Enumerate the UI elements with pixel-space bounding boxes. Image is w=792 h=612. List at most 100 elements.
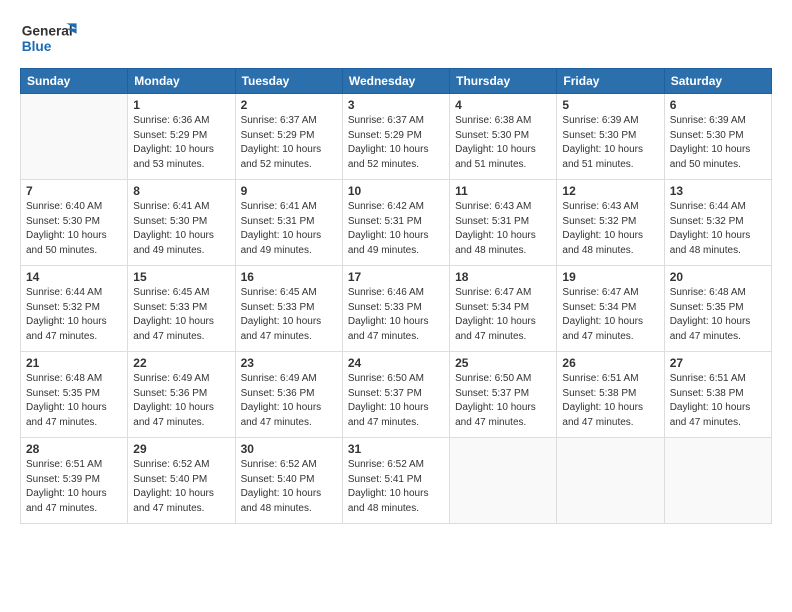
day-number: 30 [241,442,337,456]
calendar-cell: 22 Sunrise: 6:49 AMSunset: 5:36 PMDayligh… [128,352,235,438]
day-number: 21 [26,356,122,370]
day-info: Sunrise: 6:52 AMSunset: 5:41 PMDaylight:… [348,458,444,516]
day-number: 14 [26,270,122,284]
day-info: Sunrise: 6:49 AMSunset: 5:36 PMDaylight:… [133,372,229,430]
weekday-header-friday: Friday [557,69,664,94]
day-number: 27 [670,356,766,370]
calendar-cell: 27 Sunrise: 6:51 AMSunset: 5:38 PMDayligh… [664,352,771,438]
day-info: Sunrise: 6:44 AMSunset: 5:32 PMDaylight:… [26,286,122,344]
calendar-header: SundayMondayTuesdayWednesdayThursdayFrid… [21,69,772,94]
calendar-cell: 29 Sunrise: 6:52 AMSunset: 5:40 PMDayligh… [128,438,235,524]
calendar-cell: 13Sunrise: 6:44 AMSunset: 5:32 PMDayligh… [664,180,771,266]
day-info: Sunrise: 6:36 AMSunset: 5:29 PMDaylight:… [133,114,229,172]
calendar-cell: 3 Sunrise: 6:37 AMSunset: 5:29 PMDaylight… [342,94,449,180]
logo-icon: General Blue [20,16,80,60]
weekday-row: SundayMondayTuesdayWednesdayThursdayFrid… [21,69,772,94]
calendar-cell: 7 Sunrise: 6:40 AMSunset: 5:30 PMDaylight… [21,180,128,266]
weekday-header-sunday: Sunday [21,69,128,94]
day-info: Sunrise: 6:47 AMSunset: 5:34 PMDaylight:… [455,286,551,344]
day-number: 19 [562,270,658,284]
calendar-cell: 26 Sunrise: 6:51 AMSunset: 5:38 PMDayligh… [557,352,664,438]
day-number: 25 [455,356,551,370]
day-number: 7 [26,184,122,198]
day-info: Sunrise: 6:52 AMSunset: 5:40 PMDaylight:… [133,458,229,516]
day-number: 5 [562,98,658,112]
calendar-cell [557,438,664,524]
day-info: Sunrise: 6:47 AMSunset: 5:34 PMDaylight:… [562,286,658,344]
day-info: Sunrise: 6:50 AMSunset: 5:37 PMDaylight:… [348,372,444,430]
day-number: 26 [562,356,658,370]
weekday-header-tuesday: Tuesday [235,69,342,94]
header: General Blue [20,16,772,60]
calendar-cell: 18 Sunrise: 6:47 AMSunset: 5:34 PMDayligh… [450,266,557,352]
day-number: 16 [241,270,337,284]
calendar-cell: 30 Sunrise: 6:52 AMSunset: 5:40 PMDayligh… [235,438,342,524]
day-number: 11 [455,184,551,198]
calendar-cell: 1 Sunrise: 6:36 AMSunset: 5:29 PMDaylight… [128,94,235,180]
day-info: Sunrise: 6:43 AMSunset: 5:31 PMDaylight:… [455,200,551,258]
day-number: 15 [133,270,229,284]
calendar-cell: 16Sunrise: 6:45 AMSunset: 5:33 PMDayligh… [235,266,342,352]
day-info: Sunrise: 6:45 AMSunset: 5:33 PMDaylight:… [133,286,229,344]
day-number: 28 [26,442,122,456]
calendar-cell: 12Sunrise: 6:43 AMSunset: 5:32 PMDayligh… [557,180,664,266]
calendar-cell: 5 Sunrise: 6:39 AMSunset: 5:30 PMDaylight… [557,94,664,180]
day-number: 23 [241,356,337,370]
day-info: Sunrise: 6:42 AMSunset: 5:31 PMDaylight:… [348,200,444,258]
calendar-cell: 20Sunrise: 6:48 AMSunset: 5:35 PMDayligh… [664,266,771,352]
day-number: 22 [133,356,229,370]
day-info: Sunrise: 6:51 AMSunset: 5:39 PMDaylight:… [26,458,122,516]
weekday-header-thursday: Thursday [450,69,557,94]
day-number: 18 [455,270,551,284]
calendar-week-4: 21 Sunrise: 6:48 AMSunset: 5:35 PMDayligh… [21,352,772,438]
day-info: Sunrise: 6:51 AMSunset: 5:38 PMDaylight:… [670,372,766,430]
day-info: Sunrise: 6:40 AMSunset: 5:30 PMDaylight:… [26,200,122,258]
calendar-table: SundayMondayTuesdayWednesdayThursdayFrid… [20,68,772,524]
calendar-cell: 2Sunrise: 6:37 AMSunset: 5:29 PMDaylight… [235,94,342,180]
calendar-cell: 4Sunrise: 6:38 AMSunset: 5:30 PMDaylight… [450,94,557,180]
day-info: Sunrise: 6:52 AMSunset: 5:40 PMDaylight:… [241,458,337,516]
day-info: Sunrise: 6:39 AMSunset: 5:30 PMDaylight:… [562,114,658,172]
day-info: Sunrise: 6:37 AMSunset: 5:29 PMDaylight:… [241,114,337,172]
calendar-cell: 19 Sunrise: 6:47 AMSunset: 5:34 PMDayligh… [557,266,664,352]
day-info: Sunrise: 6:50 AMSunset: 5:37 PMDaylight:… [455,372,551,430]
calendar-cell: 6Sunrise: 6:39 AMSunset: 5:30 PMDaylight… [664,94,771,180]
weekday-header-saturday: Saturday [664,69,771,94]
day-info: Sunrise: 6:51 AMSunset: 5:38 PMDaylight:… [562,372,658,430]
day-number: 9 [241,184,337,198]
calendar-week-2: 7 Sunrise: 6:40 AMSunset: 5:30 PMDaylight… [21,180,772,266]
calendar-cell: 21 Sunrise: 6:48 AMSunset: 5:35 PMDayligh… [21,352,128,438]
day-number: 3 [348,98,444,112]
calendar-cell: 8Sunrise: 6:41 AMSunset: 5:30 PMDaylight… [128,180,235,266]
day-info: Sunrise: 6:48 AMSunset: 5:35 PMDaylight:… [26,372,122,430]
calendar-body: 1 Sunrise: 6:36 AMSunset: 5:29 PMDaylight… [21,94,772,524]
day-info: Sunrise: 6:38 AMSunset: 5:30 PMDaylight:… [455,114,551,172]
calendar-cell: 10 Sunrise: 6:42 AMSunset: 5:31 PMDayligh… [342,180,449,266]
svg-text:General: General [22,23,73,38]
day-info: Sunrise: 6:48 AMSunset: 5:35 PMDaylight:… [670,286,766,344]
calendar-cell: 23 Sunrise: 6:49 AMSunset: 5:36 PMDayligh… [235,352,342,438]
calendar-cell: 28 Sunrise: 6:51 AMSunset: 5:39 PMDayligh… [21,438,128,524]
calendar-cell [450,438,557,524]
day-info: Sunrise: 6:41 AMSunset: 5:31 PMDaylight:… [241,200,337,258]
calendar-cell: 11 Sunrise: 6:43 AMSunset: 5:31 PMDayligh… [450,180,557,266]
calendar-cell: 31 Sunrise: 6:52 AMSunset: 5:41 PMDayligh… [342,438,449,524]
calendar-cell: 24Sunrise: 6:50 AMSunset: 5:37 PMDayligh… [342,352,449,438]
day-number: 13 [670,184,766,198]
day-info: Sunrise: 6:41 AMSunset: 5:30 PMDaylight:… [133,200,229,258]
calendar-week-5: 28 Sunrise: 6:51 AMSunset: 5:39 PMDayligh… [21,438,772,524]
logo: General Blue [20,16,80,60]
day-info: Sunrise: 6:49 AMSunset: 5:36 PMDaylight:… [241,372,337,430]
day-number: 10 [348,184,444,198]
day-number: 1 [133,98,229,112]
day-number: 29 [133,442,229,456]
day-info: Sunrise: 6:46 AMSunset: 5:33 PMDaylight:… [348,286,444,344]
day-info: Sunrise: 6:37 AMSunset: 5:29 PMDaylight:… [348,114,444,172]
weekday-header-monday: Monday [128,69,235,94]
day-number: 31 [348,442,444,456]
svg-text:Blue: Blue [22,39,52,54]
page: General Blue SundayMondayTuesdayWednesda… [0,0,792,612]
calendar-cell: 14 Sunrise: 6:44 AMSunset: 5:32 PMDayligh… [21,266,128,352]
calendar-cell [21,94,128,180]
day-number: 17 [348,270,444,284]
